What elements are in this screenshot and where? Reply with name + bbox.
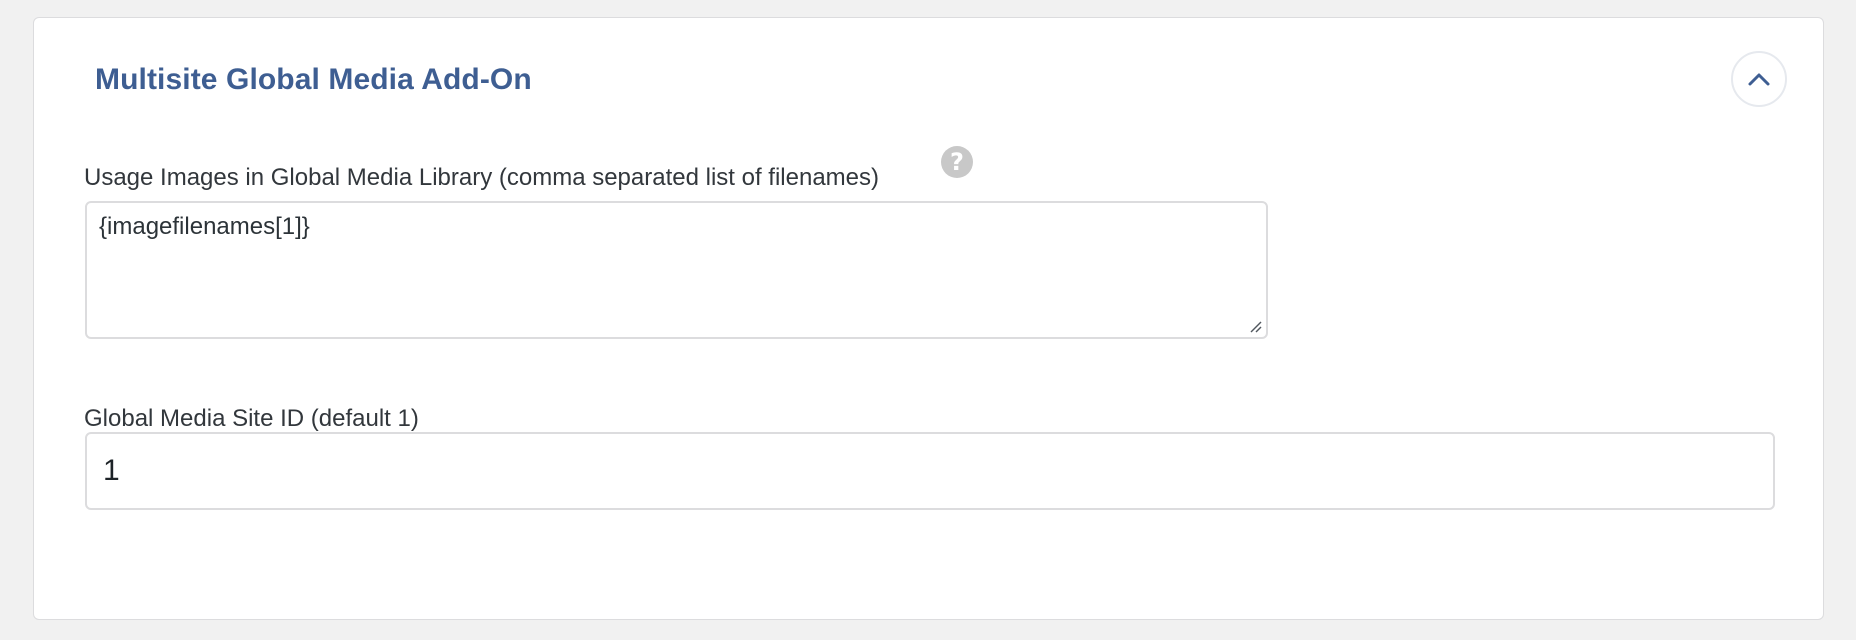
usage-images-value: {imagefilenames[1]} (99, 213, 310, 240)
usage-images-label: Usage Images in Global Media Library (co… (84, 164, 880, 191)
question-circle-icon[interactable]: ? (941, 146, 973, 178)
usage-images-textarea[interactable]: {imagefilenames[1]} (85, 201, 1268, 339)
panel-title: Multisite Global Media Add-On (95, 63, 532, 96)
site-id-value: 1 (103, 454, 120, 487)
collapse-panel-button[interactable] (1731, 51, 1787, 107)
site-id-label: Global Media Site ID (default 1) (84, 405, 419, 432)
addon-settings-panel: Multisite Global Media Add-On Usage Imag… (33, 17, 1824, 620)
chevron-up-icon (1748, 73, 1770, 86)
resize-handle-icon[interactable] (1248, 319, 1262, 333)
site-id-input[interactable]: 1 (85, 432, 1775, 510)
